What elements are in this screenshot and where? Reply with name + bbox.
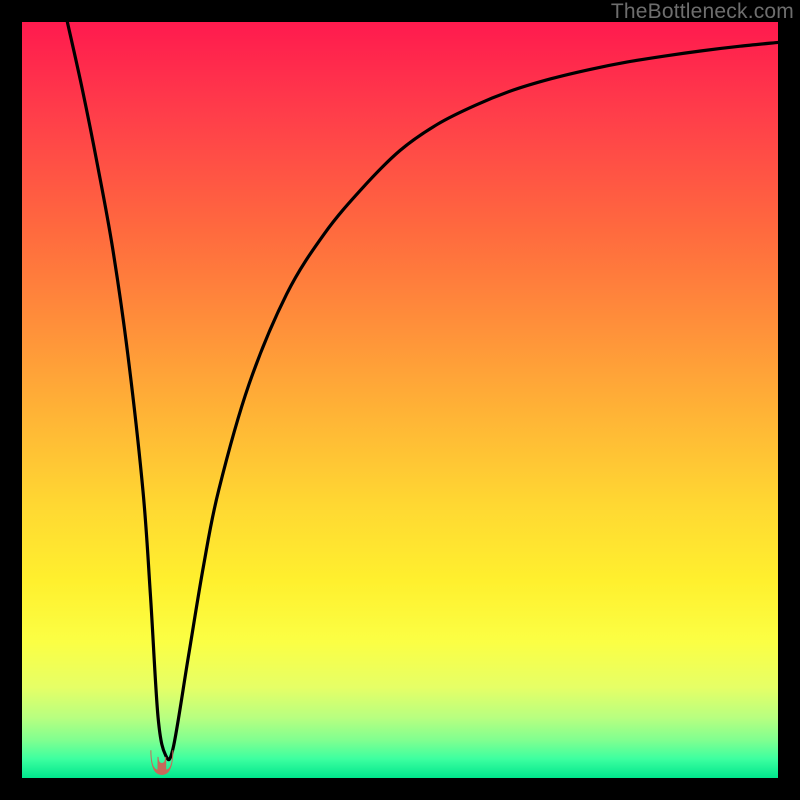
bottleneck-curve (67, 22, 778, 760)
watermark-text: TheBottleneck.com (611, 0, 794, 24)
chart-frame: TheBottleneck.com (0, 0, 800, 800)
curve-layer (22, 22, 778, 778)
gradient-plot-area (22, 22, 778, 778)
optimal-marker (151, 750, 173, 774)
